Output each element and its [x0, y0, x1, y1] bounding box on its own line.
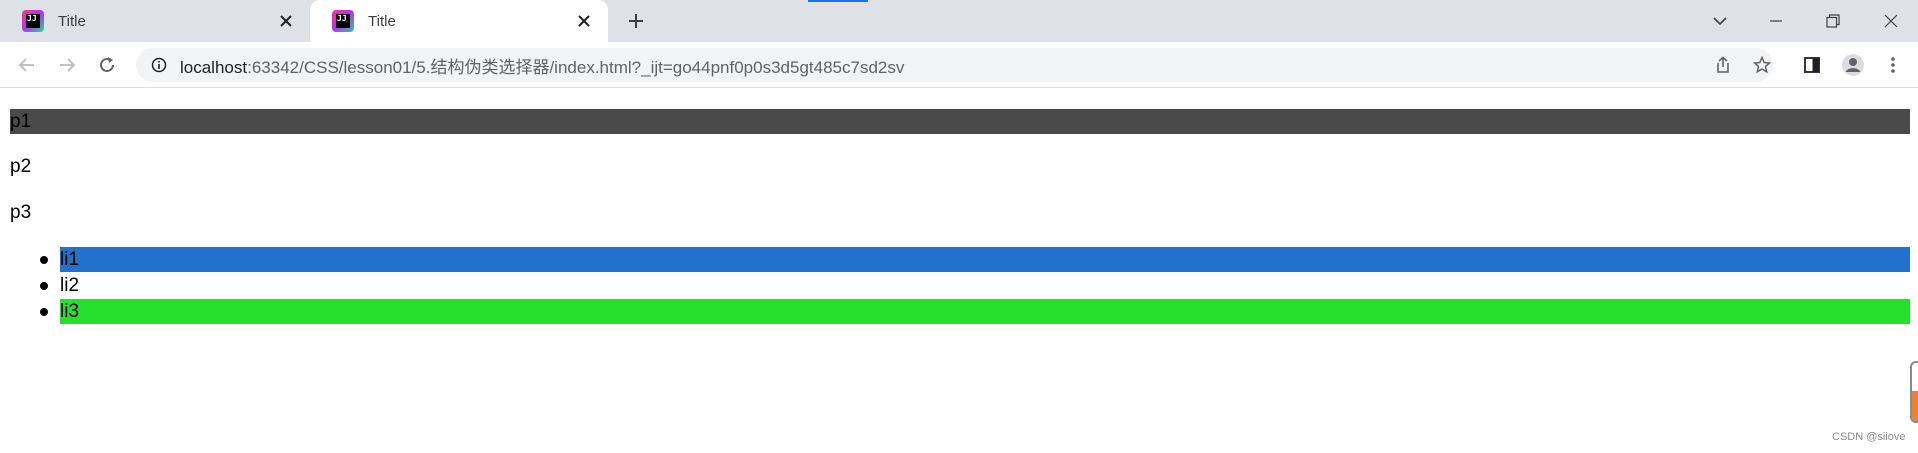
- tab-strip-accent: [808, 0, 868, 2]
- share-icon[interactable]: [1706, 48, 1740, 82]
- tab-strip: JJ Title JJ Title: [0, 0, 1918, 42]
- more-menu-icon[interactable]: [1876, 48, 1910, 82]
- back-button[interactable]: [10, 48, 44, 82]
- tab-title: Title: [368, 12, 396, 30]
- scrollbar-indicator: [1912, 391, 1918, 421]
- url-text[interactable]: localhost:63342/CSS/lesson01/5.结构伪类选择器/i…: [180, 53, 904, 78]
- close-tab-icon[interactable]: [276, 11, 296, 31]
- tab-inactive[interactable]: JJ Title: [0, 0, 310, 42]
- address-bar[interactable]: localhost:63342/CSS/lesson01/5.结构伪类选择器/i…: [136, 48, 1773, 82]
- site-info-icon[interactable]: [150, 56, 168, 74]
- jetbrains-icon: JJ: [22, 10, 44, 32]
- bullet-icon: [40, 282, 48, 290]
- list-item-label: li2: [60, 275, 80, 296]
- bullet-icon: [40, 308, 48, 316]
- close-tab-icon[interactable]: [574, 11, 594, 31]
- watermark-text: CSDN @siiove: [1832, 431, 1906, 443]
- forward-button[interactable]: [50, 48, 84, 82]
- reload-button[interactable]: [90, 48, 124, 82]
- list-item-label: li3: [60, 301, 80, 322]
- paragraph-p1: p1: [10, 109, 1910, 134]
- url-path: :63342/CSS/lesson01/5.结构伪类选择器/index.html…: [247, 57, 905, 77]
- profile-avatar-icon[interactable]: [1836, 48, 1870, 82]
- close-window-button[interactable]: [1868, 6, 1914, 36]
- new-tab-button[interactable]: [622, 9, 650, 33]
- list-item-label: li1: [60, 249, 80, 270]
- tab-search-icon[interactable]: [1697, 6, 1743, 36]
- bullet-icon: [40, 256, 48, 264]
- minimize-button[interactable]: [1753, 6, 1799, 36]
- paragraph-p2: p2: [10, 156, 32, 177]
- list-item: li3: [40, 299, 1910, 324]
- side-panel-icon[interactable]: [1795, 48, 1829, 82]
- bookmark-star-icon[interactable]: [1745, 48, 1779, 82]
- tab-title: Title: [58, 12, 86, 30]
- jetbrains-icon: JJ: [332, 10, 354, 32]
- scrollbar-widget[interactable]: [1910, 361, 1918, 423]
- list-item: li2: [40, 273, 1910, 298]
- url-host: localhost: [180, 57, 248, 77]
- restore-button[interactable]: [1810, 6, 1856, 36]
- tab-active[interactable]: JJ Title: [310, 0, 608, 42]
- page-viewport: p1 p2 p3 li1 li2 li3: [0, 88, 1918, 453]
- list-item: li1: [40, 247, 1910, 272]
- browser-toolbar: localhost:63342/CSS/lesson01/5.结构伪类选择器/i…: [0, 42, 1918, 88]
- paragraph-p3: p3: [10, 202, 32, 223]
